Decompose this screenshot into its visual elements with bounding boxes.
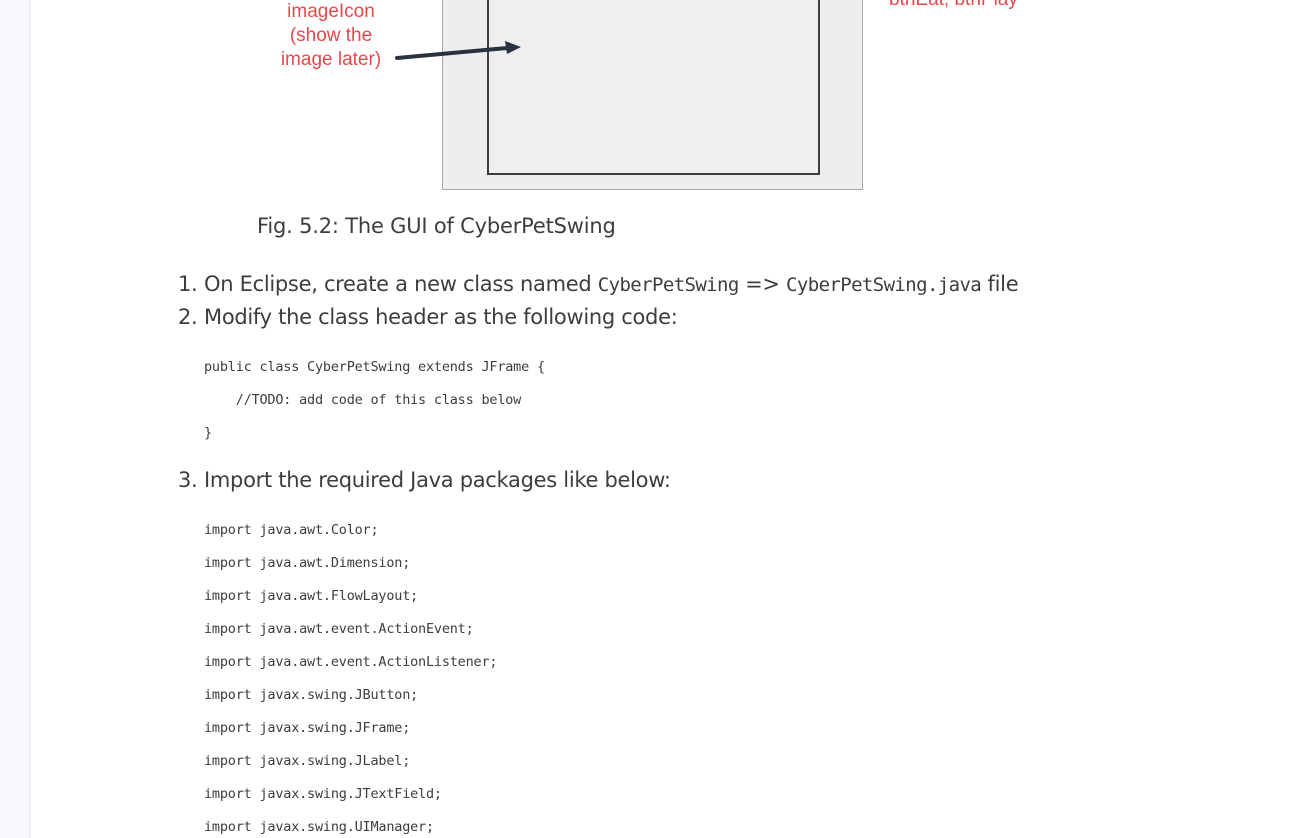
gui-figure: JLabel imageIcon (show the image later) … <box>31 0 1293 238</box>
step-number: 1. <box>178 272 198 296</box>
step-3: 3. Import the required Java packages like… <box>178 468 671 492</box>
left-sidebar-rail <box>0 0 30 838</box>
code-line: import javax.swing.UIManager; <box>204 819 434 835</box>
step-number: 3. <box>178 468 198 492</box>
step-text: => <box>738 272 787 296</box>
step-number: 2. <box>178 305 198 329</box>
code-line: import javax.swing.JButton; <box>204 687 419 703</box>
figure-annotation-image-label: JLabel imageIcon (show the image later) <box>256 0 406 72</box>
code-line: import javax.swing.JFrame; <box>204 720 411 736</box>
code-line: //TODO: add code of this class below <box>204 392 522 408</box>
step-2: 2. Modify the class header as the followi… <box>178 305 678 329</box>
figure-caption: Fig. 5.2: The GUI of CyberPetSwing <box>257 214 616 238</box>
step-text: On Eclipse, create a new class named <box>204 272 598 296</box>
inline-code-class-name: CyberPetSwing <box>597 274 740 296</box>
figure-image-placeholder <box>487 0 820 175</box>
code-line: import java.awt.event.ActionListener; <box>204 654 498 670</box>
figure-annotation-buttons: btnEat, btnPlay <box>889 0 1018 11</box>
inline-code-file-name: CyberPetSwing.java <box>786 274 982 296</box>
page-content: JLabel imageIcon (show the image later) … <box>31 0 1293 838</box>
step-text: Import the required Java packages like b… <box>204 468 671 492</box>
step-text: file <box>981 272 1019 296</box>
step-text: Modify the class header as the following… <box>204 305 678 329</box>
code-line: } <box>204 425 212 441</box>
code-line: import javax.swing.JLabel; <box>204 753 411 769</box>
annotation-line: imageIcon <box>287 1 375 22</box>
step-1: 1. On Eclipse, create a new class named C… <box>178 272 1019 296</box>
code-line: import java.awt.Dimension; <box>204 555 411 571</box>
arrow-right-icon <box>395 41 521 60</box>
annotation-line: (show the <box>289 25 373 46</box>
code-line: import java.awt.Color; <box>204 522 379 538</box>
code-line: import java.awt.FlowLayout; <box>204 588 419 604</box>
code-line: public class CyberPetSwing extends JFram… <box>204 359 545 375</box>
code-line: import java.awt.event.ActionEvent; <box>204 621 474 637</box>
annotation-line: image later) <box>280 49 382 70</box>
code-line: import javax.swing.JTextField; <box>204 786 442 802</box>
